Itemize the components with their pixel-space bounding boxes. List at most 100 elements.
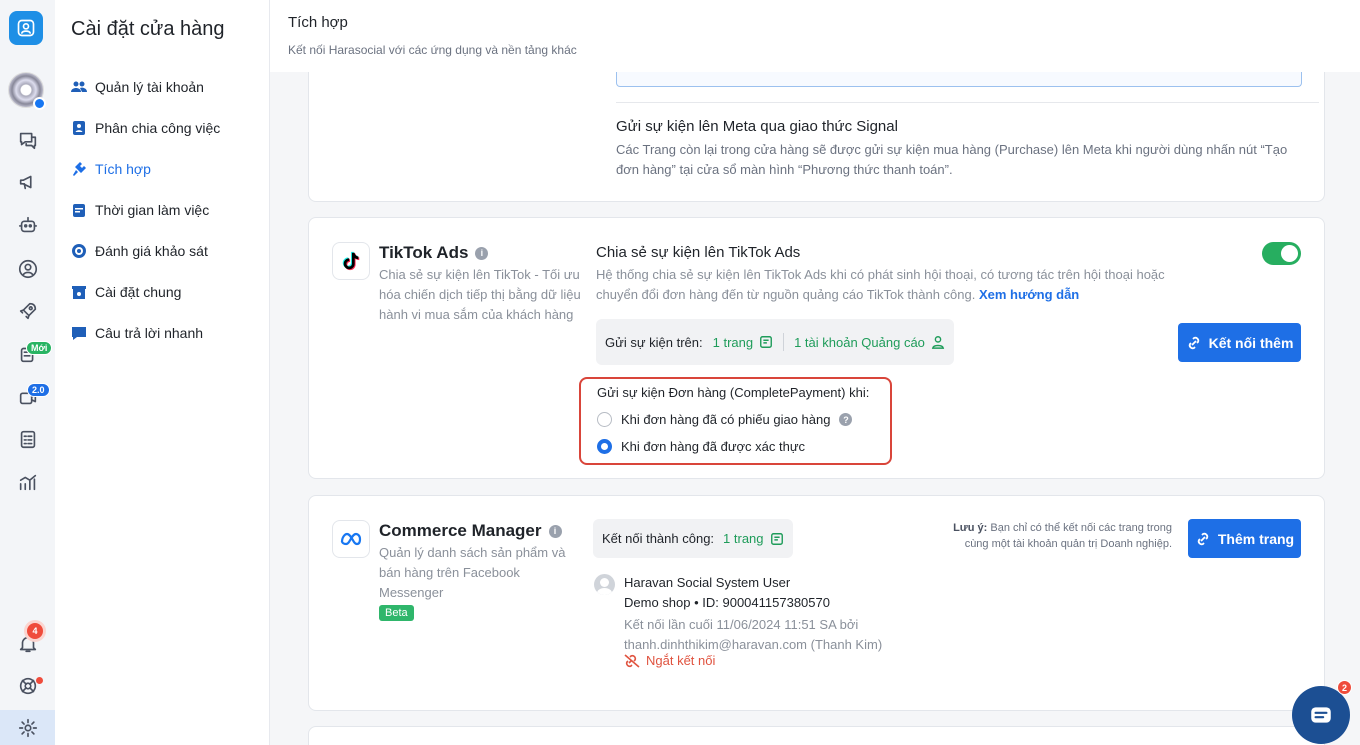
notification-count: 4 — [27, 623, 43, 639]
quick-reply-icon — [72, 326, 86, 340]
avatar[interactable] — [8, 72, 46, 110]
note-label: Lưu ý: — [953, 522, 988, 534]
beta-badge: Beta — [379, 605, 414, 621]
divider — [616, 102, 1319, 103]
meta-logo-icon — [332, 520, 370, 558]
next-card — [308, 726, 1325, 745]
info-icon[interactable]: i — [548, 524, 562, 538]
radio-option-confirmed[interactable]: Khi đơn hàng đã được xác thực — [597, 439, 805, 454]
sidebar-item-quick-reply[interactable]: Câu trả lời nhanh — [71, 312, 220, 353]
page-icon — [760, 336, 773, 348]
help-icon[interactable]: ? — [839, 413, 853, 426]
chat-badge: 2 — [1337, 680, 1352, 695]
page-title: Tích hợp — [288, 14, 348, 31]
sidebar-item-general-settings[interactable]: Cài đặt chung — [71, 271, 220, 312]
user-circle-icon[interactable] — [0, 251, 55, 287]
pages-count: 1 trang — [723, 531, 764, 546]
sidebar-item-label: Câu trả lời nhanh — [95, 324, 204, 341]
lifebuoy-icon[interactable] — [0, 668, 55, 704]
feature-description: Hệ thống chia sẻ sự kiện lên TikTok Ads … — [596, 265, 1176, 305]
commerce-card: Commerce Manager i Quản lý danh sách sản … — [308, 495, 1325, 711]
connect-more-button[interactable]: Kết nối thêm — [1178, 323, 1301, 362]
user-avatar — [594, 574, 615, 595]
logo-icon[interactable] — [9, 11, 43, 45]
app-description: Quản lý danh sách sản phẩm và bán hàng t… — [379, 545, 566, 600]
unlink-icon — [624, 653, 640, 668]
radio-button-selected[interactable] — [597, 439, 612, 454]
link-icon — [1188, 336, 1199, 349]
pages-link[interactable]: 1 trang — [713, 335, 773, 350]
sidebar-item-label: Cài đặt chung — [95, 283, 182, 300]
sidebar-item-working-time[interactable]: Thời gian làm việc — [71, 189, 220, 230]
feature-title: Chia sẻ sự kiện lên TikTok Ads — [596, 244, 801, 261]
plug-icon — [73, 161, 86, 176]
note-text: Lưu ý: Bạn chỉ có thể kết nối các trang … — [927, 520, 1172, 552]
tiktok-card: TikTok Ads i Chia sẻ sự kiện lên TikTok -… — [308, 217, 1325, 479]
connect-more-label: Kết nối thêm — [1208, 334, 1294, 351]
radio-label: Khi đơn hàng đã được xác thực — [621, 439, 806, 454]
signal-title: Gửi sự kiện lên Meta qua giao thức Signa… — [616, 118, 898, 135]
person-icon — [931, 336, 945, 349]
disconnect-link[interactable]: Ngắt kết nối — [624, 653, 715, 668]
megaphone-icon[interactable] — [0, 164, 55, 200]
tiktok-toggle[interactable] — [1262, 242, 1301, 265]
version-badge: 2.0 — [27, 383, 50, 397]
add-page-button[interactable]: Thêm trang — [1188, 519, 1301, 558]
page-subtitle: Kết nối Harasocial với các ứng dụng và n… — [288, 43, 577, 57]
page-icon — [770, 532, 783, 545]
add-page-label: Thêm trang — [1217, 530, 1295, 547]
system-user-name: Haravan Social System User — [624, 575, 791, 590]
gear-icon[interactable] — [0, 710, 55, 745]
users-icon — [71, 81, 87, 92]
sidebar-item-label: Thời gian làm việc — [95, 201, 210, 218]
sidebar-item-label: Phân chia công việc — [95, 119, 221, 136]
separator — [783, 333, 785, 351]
pages-count: 1 trang — [712, 334, 754, 350]
bot-icon[interactable] — [0, 207, 55, 243]
chat-bubble-icon — [1311, 707, 1331, 723]
ad-accounts-link[interactable]: 1 tài khoản Quảng cáo — [794, 335, 945, 350]
radio-option-shipping[interactable]: Khi đơn hàng đã có phiếu giao hàng ? — [597, 412, 853, 427]
support-chat-button[interactable] — [1292, 686, 1350, 744]
info-icon[interactable]: i — [475, 246, 489, 260]
sidebar-item-label: Quản lý tài khoản — [95, 78, 204, 95]
last-connected: Kết nối lần cuối 11/06/2024 11:51 SA bởi… — [624, 617, 883, 652]
calendar-icon — [73, 203, 85, 217]
connected-label: Kết nối thành công: — [602, 531, 715, 546]
radio-button[interactable] — [597, 412, 612, 427]
link-icon — [1197, 532, 1209, 545]
analytics-icon[interactable] — [0, 464, 55, 500]
pages-link[interactable]: 1 trang — [723, 531, 783, 546]
sidebar-item-work-division[interactable]: Phân chia công việc — [71, 107, 220, 148]
store-settings-icon — [72, 285, 86, 299]
icon-rail: Mới 2.0 4 — [0, 0, 55, 745]
connected-chip: Kết nối thành công: 1 trang — [593, 519, 793, 558]
checklist-icon[interactable] — [0, 421, 55, 457]
meta-card: Gửi sự kiện lên Meta qua giao thức Signa… — [308, 56, 1325, 202]
pixel-input[interactable] — [616, 70, 1302, 87]
survey-icon — [72, 243, 86, 258]
app-name-text: Commerce Manager — [379, 521, 542, 540]
signal-description: Các Trang còn lại trong cửa hàng sẽ được… — [616, 142, 1288, 177]
sidebar-item-account[interactable]: Quản lý tài khoản — [71, 66, 220, 107]
feature-description-text: Hệ thống chia sẻ sự kiện lên TikTok Ads … — [596, 267, 1165, 302]
rocket-icon[interactable] — [0, 293, 55, 329]
send-on-chip: Gửi sự kiện trên: 1 trang 1 tài khoản Qu… — [596, 319, 954, 365]
event-title: Gửi sự kiện Đơn hàng (CompletePayment) k… — [597, 385, 870, 400]
help-dot — [36, 677, 43, 684]
shop-info: Demo shop • ID: 900041157380570 — [624, 595, 830, 610]
guide-link[interactable]: Xem hướng dẫn — [979, 287, 1079, 302]
id-card-icon — [73, 120, 85, 135]
tiktok-logo-icon — [332, 242, 370, 280]
app-name-text: TikTok Ads — [379, 243, 469, 262]
chat-icon[interactable] — [0, 122, 55, 158]
settings-menu: Quản lý tài khoản Phân chia công việc Tí… — [71, 66, 220, 353]
new-badge: Mới — [26, 341, 53, 355]
sidebar-item-survey[interactable]: Đánh giá khảo sát — [71, 230, 220, 271]
event-options-box: Gửi sự kiện Đơn hàng (CompletePayment) k… — [579, 377, 892, 465]
facebook-badge-icon — [33, 97, 46, 110]
settings-sidebar: Cài đặt cửa hàng Quản lý tài khoản Phân … — [55, 0, 270, 745]
note-body: Bạn chỉ có thể kết nối các trang trong c… — [964, 522, 1172, 550]
sidebar-item-integration[interactable]: Tích hợp — [71, 148, 220, 189]
app-description: Chia sẻ sự kiện lên TikTok - Tối ưu hóa … — [379, 267, 581, 322]
